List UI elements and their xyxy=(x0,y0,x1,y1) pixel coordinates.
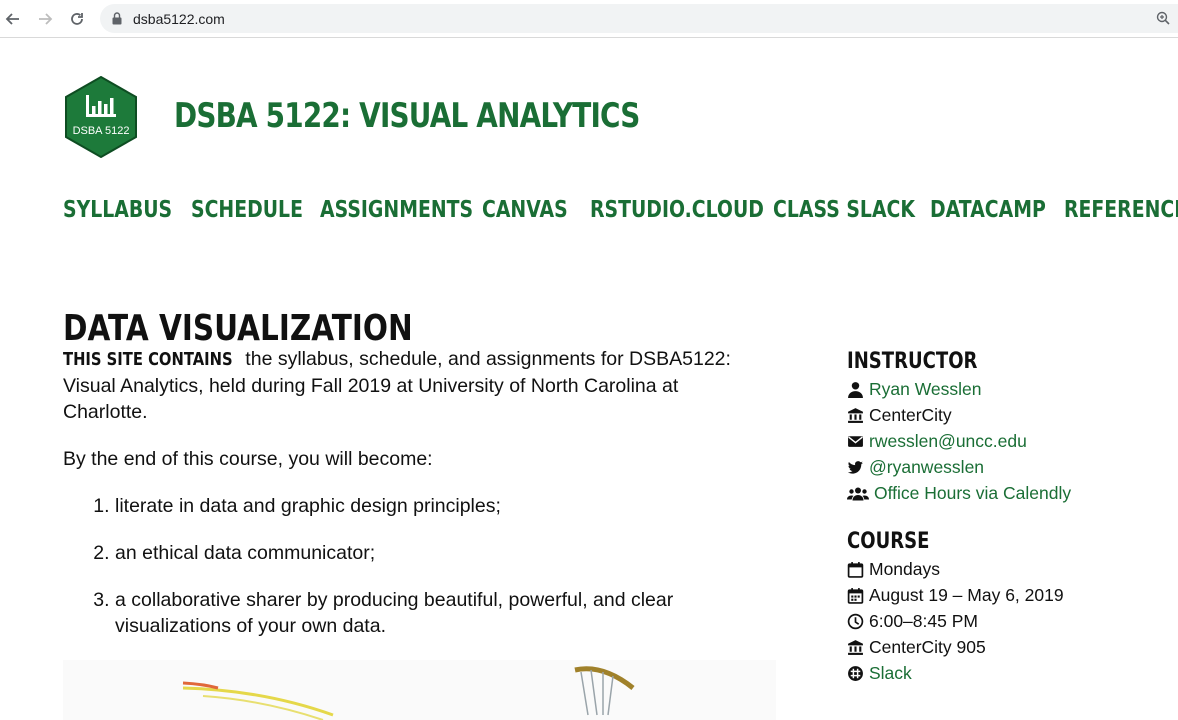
instructor-email-link[interactable]: rwesslen@uncc.edu xyxy=(869,428,1027,454)
instructor-name-row: Ryan Wesslen xyxy=(847,376,1177,402)
become-paragraph: By the end of this course, you will beco… xyxy=(63,448,433,470)
instructor-location-row: CenterCity xyxy=(847,402,1177,428)
menu-datacamp[interactable]: DATACAMP xyxy=(930,197,1046,223)
office-hours-link[interactable]: Office Hours via Calendly xyxy=(874,480,1071,506)
lock-icon xyxy=(112,12,122,30)
instructor-twitter-link[interactable]: @ryanwesslen xyxy=(869,454,984,480)
sidebar: INSTRUCTOR Ryan Wesslen CenterCity rwess… xyxy=(847,348,1177,686)
logo-text: DSBA 5122 xyxy=(73,125,130,137)
instructor-name-link[interactable]: Ryan Wesslen xyxy=(869,376,982,402)
menu-rstudio-cloud[interactable]: RSTUDIO.CLOUD xyxy=(590,197,764,223)
office-hours-row: Office Hours via Calendly xyxy=(847,480,1177,506)
user-icon xyxy=(847,381,864,398)
slack-icon xyxy=(847,665,864,682)
course-slack-row: Slack xyxy=(847,660,1177,686)
page-title: DATA VISUALIZATION xyxy=(63,308,413,350)
calendar-icon xyxy=(847,561,864,578)
university-icon xyxy=(847,639,864,656)
course-room-row: CenterCity 905 xyxy=(847,634,1177,660)
course-time: 6:00–8:45 PM xyxy=(869,611,978,631)
envelope-icon xyxy=(847,433,864,450)
course-slack-link[interactable]: Slack xyxy=(869,660,912,686)
forward-arrow-icon[interactable] xyxy=(35,9,55,29)
site-title[interactable]: DSBA 5122: VISUAL ANALYTICS xyxy=(174,96,640,136)
instructor-location: CenterCity xyxy=(869,405,952,425)
menu-syllabus[interactable]: SYLLABUS xyxy=(63,197,172,223)
menu-schedule[interactable]: SCHEDULE xyxy=(191,197,303,223)
calendar-alt-icon xyxy=(847,587,864,604)
browser-toolbar: dsba5122.com xyxy=(0,0,1178,38)
twitter-icon xyxy=(847,459,864,476)
menu-canvas[interactable]: CANVAS xyxy=(482,197,568,223)
clock-icon xyxy=(847,613,864,630)
site-logo[interactable]: DSBA 5122 xyxy=(64,75,138,159)
intro-lead: THIS SITE CONTAINS xyxy=(63,349,233,370)
list-item: a collaborative sharer by producing beau… xyxy=(115,587,763,639)
address-bar[interactable]: dsba5122.com xyxy=(100,4,1178,33)
course-heading: COURSE xyxy=(847,529,930,554)
course-dates: August 19 – May 6, 2019 xyxy=(869,585,1064,605)
instructor-email-row: rwesslen@uncc.edu xyxy=(847,428,1177,454)
menu-assignments[interactable]: ASSIGNMENTS xyxy=(320,197,473,223)
menu-class-slack[interactable]: CLASS SLACK xyxy=(773,197,915,223)
course-dates-row: August 19 – May 6, 2019 xyxy=(847,582,1177,608)
course-day-row: Mondays xyxy=(847,556,1177,582)
reload-icon[interactable] xyxy=(67,9,87,29)
main-content: THIS SITE CONTAINS the syllabus, schedul… xyxy=(63,346,763,660)
back-arrow-icon[interactable] xyxy=(3,9,23,29)
list-item: an ethical data communicator; xyxy=(115,540,763,566)
menu-reference[interactable]: REFERENCE xyxy=(1064,197,1178,223)
university-icon xyxy=(847,407,864,424)
course-room: CenterCity 905 xyxy=(869,637,986,657)
instructor-heading: INSTRUCTOR xyxy=(847,349,978,374)
users-icon xyxy=(847,485,869,502)
course-time-row: 6:00–8:45 PM xyxy=(847,608,1177,634)
main-menu: SYLLABUS SCHEDULE ASSIGNMENTS CANVAS RST… xyxy=(0,197,1178,231)
hero-image xyxy=(63,660,776,720)
intro-paragraph: THIS SITE CONTAINS the syllabus, schedul… xyxy=(63,346,763,425)
course-day: Mondays xyxy=(869,559,941,579)
url-text: dsba5122.com xyxy=(133,11,225,27)
instructor-twitter-row: @ryanwesslen xyxy=(847,454,1177,480)
goals-list: literate in data and graphic design prin… xyxy=(63,493,763,639)
list-item: literate in data and graphic design prin… xyxy=(115,493,763,519)
zoom-icon[interactable] xyxy=(1156,11,1170,30)
